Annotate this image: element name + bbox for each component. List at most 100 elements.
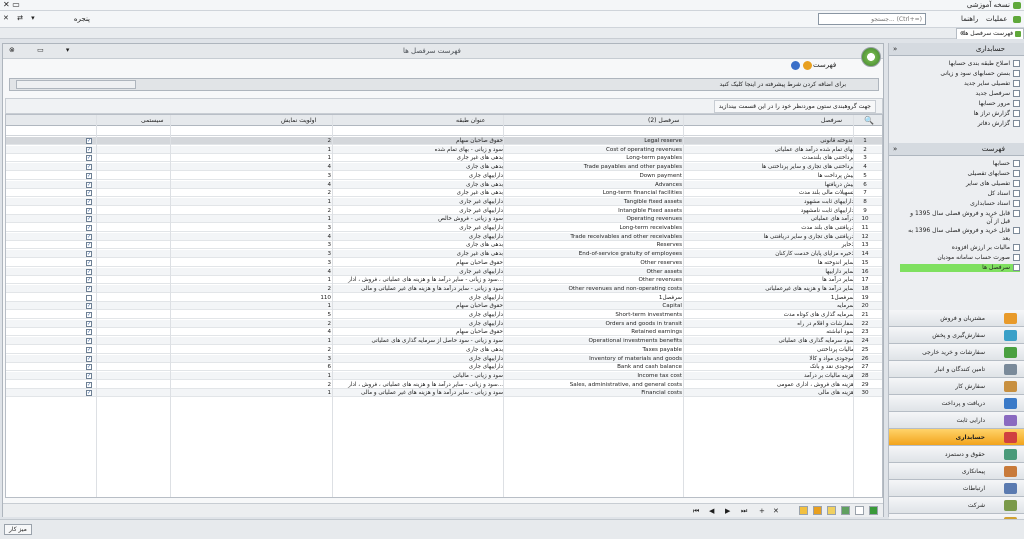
- nav-module[interactable]: تامین کنندگان و انبار: [889, 361, 1024, 378]
- system-checkbox[interactable]: ✓: [86, 285, 92, 292]
- collapse-icon[interactable]: »: [893, 145, 897, 153]
- sidebar-item[interactable]: سرفصل ها: [900, 264, 1020, 272]
- search-icon[interactable]: 🔍: [864, 116, 874, 125]
- system-checkbox[interactable]: ✓: [86, 390, 92, 397]
- sidebar-item[interactable]: سرفصل جدید: [975, 90, 1020, 98]
- system-checkbox[interactable]: ✓: [86, 259, 92, 266]
- nav-module[interactable]: ارتباطات: [889, 480, 1024, 497]
- table-row[interactable]: 12 دریافتنی های تجاری و سایر دریافتنی ها T…: [6, 232, 882, 241]
- nav-module[interactable]: سفارش‌گیری و پخش: [889, 327, 1024, 344]
- menu-item-help[interactable]: راهنما: [961, 15, 978, 23]
- filter-icon[interactable]: [799, 506, 808, 515]
- nav-module[interactable]: حسابداری: [889, 429, 1024, 446]
- table-row[interactable]: 17 سایر درآمد ها Other revenues سود و زیانی…: [6, 276, 882, 285]
- navigator-add-icon[interactable]: +: [759, 507, 765, 515]
- info-icon[interactable]: [803, 61, 812, 70]
- table-row[interactable]: 2 بهای تمام شده درآمد های عملیاتی Cost of …: [6, 145, 882, 154]
- system-checkbox[interactable]: ✓: [86, 268, 92, 275]
- table-row[interactable]: 8 داراییهای ثابت مشهود Tangible fixed asse…: [6, 197, 882, 206]
- collapse-icon[interactable]: »: [893, 45, 897, 53]
- window-menu-icons[interactable]: ✕ ⇄ ▾: [3, 14, 38, 22]
- sidebar-item[interactable]: تفصیلی های سایر: [900, 180, 1020, 188]
- table-row[interactable]: 15 سایر اندوخته ها Other reserves حقوق صاحب…: [6, 259, 882, 267]
- section-accounting-header[interactable]: » حسابداری: [889, 43, 1024, 56]
- col-sarfasl2[interactable]: سرفصل (2): [648, 117, 679, 124]
- sidebar-item[interactable]: حسابهای تفصیلی: [900, 170, 1020, 178]
- sidebar-item[interactable]: گزارش دفاتر: [978, 120, 1020, 128]
- table-row[interactable]: 28 هزینه مالیات بر درآمد Income tax cost سو…: [6, 371, 882, 380]
- sidebar-item[interactable]: اسناد حسابداری: [900, 200, 1020, 208]
- system-checkbox[interactable]: ✓: [86, 355, 92, 362]
- table-row[interactable]: 16 سایر داراییها Other assets داراییهای غیر…: [6, 267, 882, 276]
- system-checkbox[interactable]: ✓: [86, 329, 92, 336]
- system-checkbox[interactable]: ✓: [86, 138, 92, 144]
- sidebar-item[interactable]: حسابها: [900, 160, 1020, 168]
- table-row[interactable]: 29 هزینه های فروش ، اداری عمومی Sales, adm…: [6, 381, 882, 389]
- help-icon[interactable]: [791, 61, 800, 70]
- sidebar-item[interactable]: اصلاح طبقه بندی حسابها: [949, 60, 1020, 68]
- system-checkbox[interactable]: ✓: [86, 155, 92, 162]
- table-row[interactable]: 26 موجودی مواد و کالا Inventory of materia…: [6, 354, 882, 363]
- navigator-next-icon[interactable]: ▶: [725, 507, 730, 515]
- sidebar-item[interactable]: قابل خرید و فروش فصلی سال 1395 و قبل از …: [900, 210, 1020, 226]
- col-group[interactable]: عنوان طبقه: [456, 117, 485, 124]
- table-row[interactable]: 22 سفارشات و اقلام در راه Orders and goods…: [6, 319, 882, 328]
- system-checkbox[interactable]: ✓: [86, 146, 92, 153]
- table-row[interactable]: 10 درآمد های عملیاتی Operating revenues سود…: [6, 215, 882, 224]
- refresh-icon[interactable]: [869, 506, 878, 515]
- sidebar-item[interactable]: بستن حسابهای سود و زیانی: [940, 70, 1020, 78]
- navigator-prev-icon[interactable]: ◀: [709, 507, 714, 515]
- table-row[interactable]: 9 داراییهای ثابت نامشهود Intangible Fixed …: [6, 207, 882, 215]
- sidebar-item[interactable]: صورت حساب سامانه مودیان: [900, 254, 1020, 262]
- sort-icon[interactable]: [827, 506, 836, 515]
- navigator-last-icon[interactable]: ⏭: [741, 507, 747, 516]
- nav-module[interactable]: شرکت: [889, 497, 1024, 514]
- system-checkbox[interactable]: ✓: [86, 381, 92, 388]
- sidebar-item[interactable]: مالیات بر ارزش افزوده: [900, 244, 1020, 252]
- system-checkbox[interactable]: ✓: [86, 225, 92, 231]
- system-checkbox[interactable]: ✓: [86, 320, 92, 327]
- nav-module[interactable]: سفارشات و خرید خارجی: [889, 344, 1024, 361]
- sidebar-item[interactable]: قابل خرید و فروش فصلی سال 1396 به بعد: [900, 227, 1020, 243]
- advanced-filter-bar[interactable]: برای اضافه کردن شرط پیشرفته در اینجا کلی…: [9, 78, 879, 91]
- table-row[interactable]: 11 دریافتنی های بلند مدت Long-term receiva…: [6, 224, 882, 233]
- nav-module[interactable]: دریافت و پرداخت: [889, 395, 1024, 412]
- system-checkbox[interactable]: ✓: [86, 164, 92, 171]
- col-system[interactable]: سیستمی: [141, 117, 163, 124]
- export-icon[interactable]: [841, 506, 850, 515]
- system-checkbox[interactable]: ✓: [86, 346, 92, 353]
- table-row[interactable]: 7 تسهیلات مالی بلند مدت Long-term financia…: [6, 189, 882, 198]
- tab-sarfasl-list[interactable]: ⊗ فهرست سرفصل ها: [956, 28, 1024, 39]
- group-icon[interactable]: [813, 506, 822, 515]
- system-checkbox[interactable]: ✓: [86, 172, 92, 179]
- sidebar-item[interactable]: گزارش تراز ها: [974, 110, 1020, 118]
- table-row[interactable]: 23 سود انباشته Retained earnings حقوق صاحبا…: [6, 328, 882, 337]
- filter-row[interactable]: [6, 126, 882, 136]
- system-checkbox[interactable]: ✓: [86, 198, 92, 205]
- sidebar-item[interactable]: اسناد کل: [900, 190, 1020, 198]
- nav-module[interactable]: دارایی ثابت: [889, 412, 1024, 429]
- sidebar-item[interactable]: مرور حسابها: [979, 100, 1020, 108]
- navigator-first-icon[interactable]: ⏮: [693, 507, 699, 516]
- system-checkbox[interactable]: ✓: [86, 277, 92, 284]
- sidebar-item[interactable]: تفصیلی سایر جدید: [964, 80, 1020, 88]
- system-checkbox[interactable]: ✓: [86, 242, 92, 249]
- system-checkbox[interactable]: ✓: [86, 207, 92, 214]
- system-checkbox[interactable]: ✓: [86, 312, 92, 318]
- nav-module[interactable]: مشتریان و فروش: [889, 310, 1024, 327]
- system-checkbox[interactable]: ✓: [86, 303, 92, 310]
- table-row[interactable]: 20 سرمایه Capital حقوق صاحبان سهام 1 ✓: [6, 302, 882, 311]
- window-controls[interactable]: ⊗ ▭ ▾: [9, 46, 79, 54]
- system-checkbox[interactable]: ✓: [86, 216, 92, 223]
- system-checkbox[interactable]: ✓: [86, 364, 92, 371]
- table-row[interactable]: 21 سرمایه گذاری های کوتاه مدت Short-term i…: [6, 311, 882, 320]
- system-checkbox[interactable]: ✓: [86, 338, 92, 345]
- nav-module[interactable]: حقوق و دستمزد: [889, 446, 1024, 463]
- nav-module[interactable]: پیمانکاری: [889, 463, 1024, 480]
- col-sarfasl[interactable]: سرفصل: [821, 117, 842, 124]
- table-row[interactable]: 24 سود سرمایه گذاری های عملیاتی Operationa…: [6, 337, 882, 346]
- system-checkbox[interactable]: ✓: [86, 181, 92, 188]
- columns-icon[interactable]: [855, 506, 864, 515]
- table-row[interactable]: 19 سرفصل1 سرفصل1 داراییهای جاری 110: [6, 294, 882, 302]
- menu-item-window[interactable]: پنجره: [74, 15, 90, 23]
